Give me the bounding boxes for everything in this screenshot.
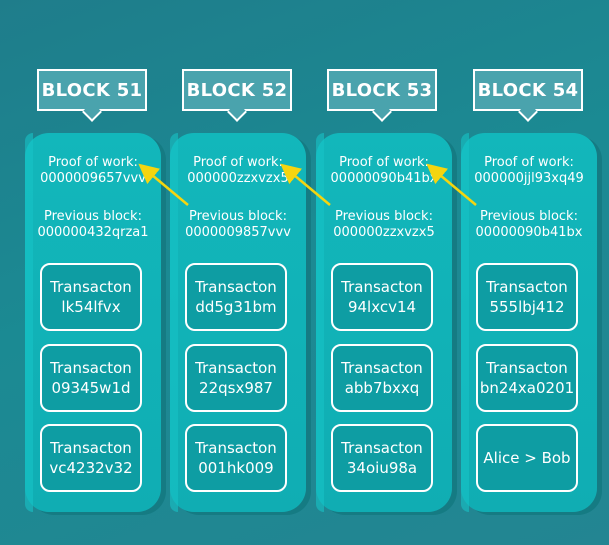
transaction-label: Transacton bbox=[195, 278, 277, 296]
proof-of-work-value: 0000009657vvv bbox=[40, 171, 146, 186]
transaction-box: Transacton dd5g31bm bbox=[185, 263, 287, 331]
transaction-box: Transacton 001hk009 bbox=[185, 424, 287, 492]
block-54-header: BLOCK 54 bbox=[473, 69, 583, 122]
proof-of-work-value: 000000jjl93xq49 bbox=[474, 171, 584, 186]
transaction-label: Transacton bbox=[50, 359, 132, 377]
block-51-column: Proof of work: 0000009657vvv Previous bl… bbox=[25, 133, 161, 512]
header-pointer bbox=[372, 102, 392, 122]
transaction-id: 34oiu98a bbox=[346, 459, 418, 477]
transaction-box: Transacton 555lbj412 bbox=[476, 263, 578, 331]
proof-of-work-label: Proof of work: bbox=[484, 155, 574, 170]
transaction-label: Transacton bbox=[195, 439, 277, 457]
transaction-label: Transacton bbox=[486, 359, 568, 377]
previous-block-value: 00000090b41bx bbox=[475, 225, 583, 240]
transaction-label: Transacton bbox=[50, 278, 132, 296]
transaction-id: vc4232v32 bbox=[49, 459, 133, 477]
proof-of-work-value: 000000zzxvzx5 bbox=[187, 171, 289, 186]
transaction-box: Transacton 09345w1d bbox=[40, 344, 142, 412]
transaction-label: Alice > Bob bbox=[483, 449, 571, 467]
transaction-label: Transacton bbox=[50, 439, 132, 457]
transaction-label: Transacton bbox=[341, 278, 423, 296]
previous-block-label: Previous block: bbox=[335, 209, 433, 224]
transaction-label: Transacton bbox=[341, 439, 423, 457]
transaction-id: lk54lfvx bbox=[61, 298, 121, 316]
block-52-header: BLOCK 52 bbox=[182, 69, 292, 122]
proof-of-work-label: Proof of work: bbox=[339, 155, 429, 170]
transaction-id: 555lbj412 bbox=[489, 298, 565, 316]
block-52-column: Proof of work: 000000zzxvzx5 Previous bl… bbox=[170, 133, 306, 512]
block-title: BLOCK 54 bbox=[477, 79, 579, 101]
previous-block-value: 000000432qrza1 bbox=[37, 225, 149, 240]
block-title: BLOCK 52 bbox=[186, 79, 288, 101]
transaction-box: Alice > Bob bbox=[476, 424, 578, 492]
proof-of-work-label: Proof of work: bbox=[48, 155, 138, 170]
transaction-id: 94lxcv14 bbox=[347, 298, 417, 316]
header-pointer bbox=[227, 102, 247, 122]
transaction-label: Transacton bbox=[341, 359, 423, 377]
transaction-id: bn24xa0201 bbox=[479, 379, 575, 397]
transaction-label: Transacton bbox=[195, 359, 277, 377]
previous-block-label: Previous block: bbox=[44, 209, 142, 224]
transaction-label: Transacton bbox=[486, 278, 568, 296]
block-title: BLOCK 51 bbox=[41, 79, 143, 101]
previous-block-value: 0000009857vvv bbox=[185, 225, 291, 240]
block-54-column: Proof of work: 000000jjl93xq49 Previous … bbox=[461, 133, 597, 512]
header-pointer bbox=[518, 102, 538, 122]
transaction-box: Transacton bn24xa0201 bbox=[476, 344, 578, 412]
transaction-box: Transacton vc4232v32 bbox=[40, 424, 142, 492]
previous-block-label: Previous block: bbox=[480, 209, 578, 224]
previous-block-label: Previous block: bbox=[189, 209, 287, 224]
block-title: BLOCK 53 bbox=[331, 79, 433, 101]
transaction-id: 22qsx987 bbox=[199, 379, 273, 397]
proof-of-work-value: 00000090b41bx bbox=[330, 171, 438, 186]
transaction-box: Transacton 94lxcv14 bbox=[331, 263, 433, 331]
header-pointer bbox=[82, 102, 102, 122]
transaction-id: abb7bxxq bbox=[344, 379, 420, 397]
transaction-id: dd5g31bm bbox=[195, 298, 277, 316]
block-53-header: BLOCK 53 bbox=[327, 69, 437, 122]
block-53-column: Proof of work: 00000090b41bx Previous bl… bbox=[316, 133, 452, 512]
block-51-header: BLOCK 51 bbox=[37, 69, 147, 122]
transaction-id: 09345w1d bbox=[51, 379, 131, 397]
previous-block-value: 000000zzxvzx5 bbox=[333, 225, 435, 240]
transaction-box: Transacton lk54lfvx bbox=[40, 263, 142, 331]
transaction-box: Transacton 22qsx987 bbox=[185, 344, 287, 412]
transaction-id: 001hk009 bbox=[198, 459, 274, 477]
transaction-box: Transacton abb7bxxq bbox=[331, 344, 433, 412]
proof-of-work-label: Proof of work: bbox=[193, 155, 283, 170]
transaction-box: Transacton 34oiu98a bbox=[331, 424, 433, 492]
